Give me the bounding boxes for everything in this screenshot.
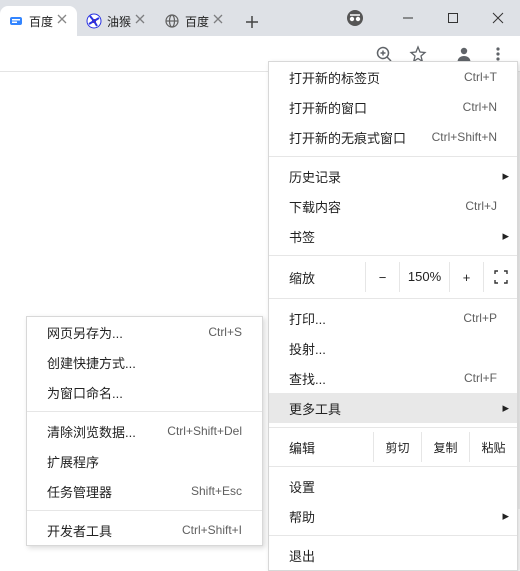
tab-title: 油猴 [107,13,131,30]
menu-zoom: 缩放 − 150% + [269,260,517,294]
submenu-create-shortcut[interactable]: 创建快捷方式... [27,347,262,377]
baidu-icon [8,13,24,29]
menu-new-incognito[interactable]: 打开新的无痕式窗口Ctrl+Shift+N [269,122,517,152]
titlebar: 百度 油猴 百度 [0,0,520,36]
menu-history[interactable]: 历史记录▸ [269,161,517,191]
paste-button[interactable]: 粘贴 [469,432,517,462]
chevron-right-icon: ▸ [502,400,509,416]
chrome-menu: 打开新的标签页Ctrl+T 打开新的窗口Ctrl+N 打开新的无痕式窗口Ctrl… [268,61,518,571]
menu-find[interactable]: 查找...Ctrl+F [269,363,517,393]
zoom-in-button[interactable]: + [449,262,483,292]
copy-button[interactable]: 复制 [421,432,469,462]
new-tab-button[interactable] [238,8,266,36]
baidu-fan-icon [86,13,102,29]
submenu-clear-data[interactable]: 清除浏览数据...Ctrl+Shift+Del [27,416,262,446]
menu-edit-row: 编辑 剪切 复制 粘贴 [269,432,517,462]
menu-new-tab[interactable]: 打开新的标签页Ctrl+T [269,62,517,92]
submenu-save-as[interactable]: 网页另存为...Ctrl+S [27,317,262,347]
minimize-button[interactable] [385,3,430,33]
tab-title: 百度 [29,13,53,30]
close-window-button[interactable] [475,3,520,33]
tab-title: 百度 [185,13,209,30]
chevron-right-icon: ▸ [502,228,509,244]
menu-downloads[interactable]: 下载内容Ctrl+J [269,191,517,221]
fullscreen-button[interactable] [483,262,517,292]
tab-0[interactable]: 百度 [0,6,77,36]
submenu-task-manager[interactable]: 任务管理器Shift+Esc [27,476,262,506]
close-icon[interactable] [135,14,149,28]
close-icon[interactable] [213,14,227,28]
menu-cast[interactable]: 投射... [269,333,517,363]
submenu-name-window[interactable]: 为窗口命名... [27,377,262,407]
menu-settings[interactable]: 设置 [269,471,517,501]
menu-print[interactable]: 打印...Ctrl+P [269,303,517,333]
window-controls [332,0,520,36]
chevron-right-icon: ▸ [502,168,509,184]
menu-bookmarks[interactable]: 书签▸ [269,221,517,251]
chevron-right-icon: ▸ [502,508,509,524]
maximize-button[interactable] [430,3,475,33]
globe-icon [164,13,180,29]
menu-help[interactable]: 帮助▸ [269,501,517,531]
tab-2[interactable]: 百度 [156,6,233,36]
cut-button[interactable]: 剪切 [373,432,421,462]
menu-more-tools[interactable]: 更多工具▸ [269,393,517,423]
submenu-extensions[interactable]: 扩展程序 [27,446,262,476]
zoom-value: 150% [399,262,449,292]
incognito-icon [332,3,377,33]
tab-1[interactable]: 油猴 [78,6,155,36]
submenu-dev-tools[interactable]: 开发者工具Ctrl+Shift+I [27,515,262,545]
menu-exit[interactable]: 退出 [269,540,517,570]
zoom-out-button[interactable]: − [365,262,399,292]
menu-new-window[interactable]: 打开新的窗口Ctrl+N [269,92,517,122]
more-tools-submenu: 网页另存为...Ctrl+S 创建快捷方式... 为窗口命名... 清除浏览数据… [26,316,263,546]
close-icon[interactable] [57,14,71,28]
